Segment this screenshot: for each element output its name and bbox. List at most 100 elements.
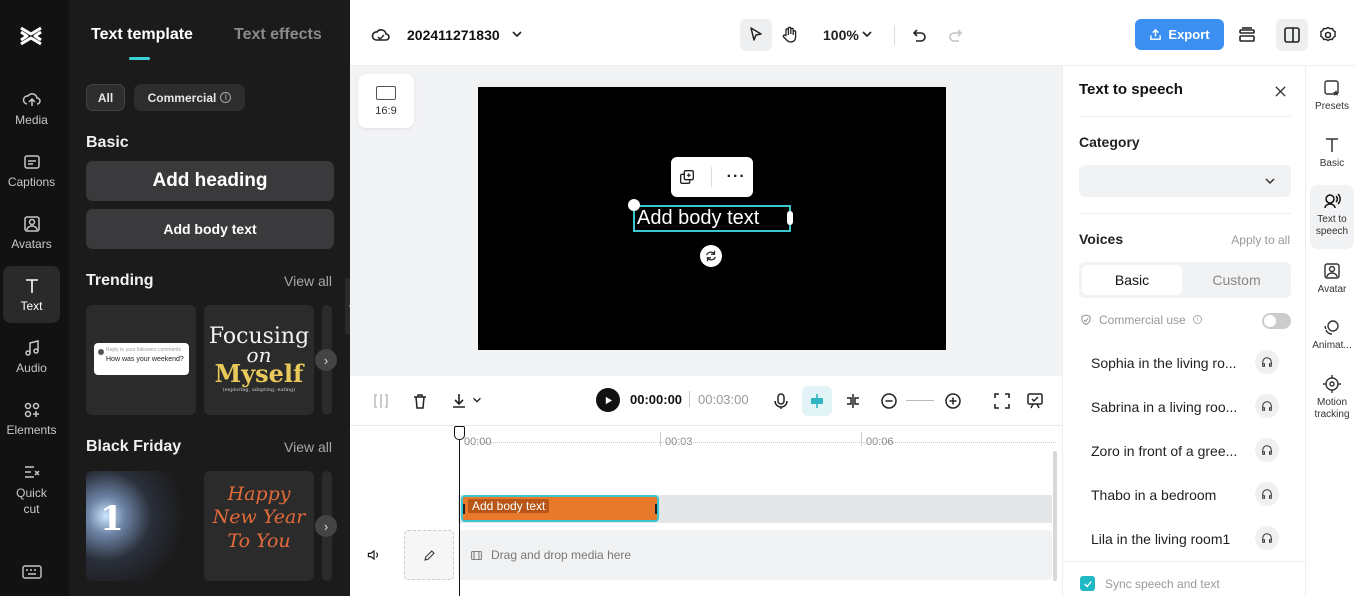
- headphones-icon[interactable]: [1255, 438, 1279, 462]
- rail-label: Text: [20, 299, 43, 313]
- zoom-in-icon[interactable]: [942, 390, 964, 412]
- hand-icon: [782, 26, 797, 43]
- feedback-icon[interactable]: [1024, 390, 1046, 412]
- keyboard-icon[interactable]: [22, 564, 42, 580]
- tab-basic[interactable]: Basic: [1082, 265, 1182, 295]
- music-note-icon: [24, 340, 39, 356]
- auto-snap-button[interactable]: [802, 386, 832, 416]
- rail-item-audio[interactable]: Audio: [3, 338, 60, 382]
- more-options-icon[interactable]: ···: [727, 168, 746, 186]
- commercial-use-toggle[interactable]: [1262, 313, 1291, 329]
- media-drop-zone[interactable]: Drag and drop media here: [458, 530, 1052, 580]
- select-tool-button[interactable]: [740, 19, 772, 51]
- cover-edit-button[interactable]: [404, 530, 454, 580]
- voice-item-sophia[interactable]: Sophia in the living ro...: [1091, 355, 1237, 371]
- export-button[interactable]: Export: [1135, 19, 1224, 50]
- microphone-icon[interactable]: [770, 390, 792, 412]
- rail-item-avatars[interactable]: Avatars: [3, 214, 60, 258]
- tab-custom[interactable]: Custom: [1185, 265, 1288, 295]
- zoom-chevron-down-icon[interactable]: [860, 27, 874, 41]
- clip-trim-handle-right[interactable]: [655, 504, 657, 514]
- download-chevron-icon[interactable]: [471, 394, 483, 406]
- download-icon[interactable]: [448, 390, 470, 412]
- zoom-out-icon[interactable]: [878, 390, 900, 412]
- text-clip[interactable]: Add body text: [461, 495, 659, 522]
- aspect-ratio-button[interactable]: 16:9: [358, 74, 414, 128]
- voice-item-sabrina[interactable]: Sabrina in a living roo...: [1091, 399, 1237, 415]
- black-friday-view-all-link[interactable]: View all: [284, 439, 332, 455]
- filter-commercial[interactable]: Commercial i: [134, 84, 245, 111]
- rail-item-avatar[interactable]: Avatar: [1310, 261, 1354, 296]
- voice-item-thabo[interactable]: Thabo in a bedroom: [1091, 487, 1216, 503]
- play-button[interactable]: [596, 388, 620, 412]
- headphones-icon[interactable]: [1255, 394, 1279, 418]
- category-select[interactable]: [1079, 165, 1291, 197]
- card-line: Myself: [214, 359, 304, 388]
- rail-item-basic[interactable]: Basic: [1310, 135, 1354, 170]
- template-card-glow[interactable]: 1: [86, 471, 196, 581]
- playhead-handle[interactable]: [454, 426, 465, 440]
- ratio-icon: [376, 85, 396, 100]
- capcut-logo-icon[interactable]: [17, 22, 45, 50]
- rail-item-text[interactable]: Text: [3, 266, 60, 323]
- rail-item-motion-tracking[interactable]: Motion tracking: [1310, 374, 1354, 421]
- apply-to-all-link[interactable]: Apply to all: [1231, 233, 1290, 247]
- element-toolbar: ···: [671, 157, 753, 197]
- video-canvas[interactable]: ··· Add body text: [478, 87, 946, 350]
- rail-item-animation[interactable]: Animat...: [1310, 317, 1354, 352]
- rail-label: Motion tracking: [1314, 397, 1350, 420]
- rail-item-presets[interactable]: Presets: [1310, 78, 1354, 113]
- playhead[interactable]: [459, 426, 460, 596]
- side-handle[interactable]: [787, 211, 793, 225]
- tab-text-effects[interactable]: Text effects: [234, 26, 322, 44]
- clip-trim-handle-left[interactable]: [463, 504, 465, 514]
- add-heading-button[interactable]: Add heading: [86, 161, 334, 201]
- template-card-weekend[interactable]: Reply to your followers comments How was…: [86, 305, 196, 415]
- sync-checkbox[interactable]: [1080, 576, 1095, 591]
- zoom-slider[interactable]: [906, 400, 934, 401]
- volume-icon[interactable]: [365, 546, 383, 564]
- redo-icon[interactable]: [946, 24, 968, 46]
- text-element-selection[interactable]: Add body text: [633, 205, 791, 232]
- info-icon[interactable]: i: [1193, 315, 1202, 324]
- headphones-icon[interactable]: [1255, 482, 1279, 506]
- project-name[interactable]: 202411271830: [407, 27, 500, 43]
- carousel-next-icon[interactable]: ›: [315, 515, 337, 537]
- voice-item-lila[interactable]: Lila in the living room1: [1091, 531, 1230, 547]
- rail-item-media[interactable]: Media: [3, 90, 60, 134]
- zoom-level[interactable]: 100%: [823, 27, 859, 43]
- filter-all[interactable]: All: [86, 84, 125, 111]
- rail-item-quick-cut[interactable]: Quick cut: [3, 462, 60, 518]
- carousel-next-icon[interactable]: ›: [315, 349, 337, 371]
- template-card-focusing[interactable]: Focusing on Myself (exploring, adapting,…: [204, 305, 314, 415]
- rail-item-text-to-speech[interactable]: Text to speech: [1310, 185, 1354, 249]
- hand-tool-button[interactable]: [778, 23, 802, 47]
- fullscreen-icon[interactable]: [991, 390, 1013, 412]
- ratio-label: 16:9: [375, 104, 397, 117]
- panel-layout-button[interactable]: [1276, 19, 1308, 51]
- rail-item-elements[interactable]: Elements: [3, 400, 60, 444]
- current-time: 00:00:00: [630, 392, 683, 407]
- trending-view-all-link[interactable]: View all: [284, 273, 332, 289]
- canvas-text-element[interactable]: Add body text: [635, 207, 789, 229]
- close-icon[interactable]: [1271, 82, 1289, 100]
- tab-text-template[interactable]: Text template: [91, 26, 193, 44]
- rotate-handle-icon[interactable]: [700, 245, 722, 267]
- rail-item-captions[interactable]: Captions: [3, 152, 60, 196]
- corner-handle[interactable]: [628, 199, 640, 211]
- headphones-icon[interactable]: [1255, 350, 1279, 374]
- section-trending-title: Trending: [86, 272, 154, 289]
- split-icon[interactable]: [370, 390, 392, 412]
- headphones-icon[interactable]: [1255, 526, 1279, 550]
- add-body-text-button[interactable]: Add body text: [86, 209, 334, 249]
- template-card-new-year[interactable]: Happy New Year To You: [204, 471, 314, 581]
- duplicate-icon[interactable]: [678, 168, 696, 186]
- undo-icon[interactable]: [907, 24, 929, 46]
- chevron-down-icon[interactable]: [510, 27, 524, 41]
- settings-gear-icon[interactable]: [1317, 24, 1339, 46]
- layers-icon[interactable]: [1236, 24, 1258, 46]
- vertical-scrollbar[interactable]: [1053, 451, 1057, 581]
- delete-trash-icon[interactable]: [409, 390, 431, 412]
- split-clip-icon[interactable]: [842, 390, 864, 412]
- voice-item-zoro[interactable]: Zoro in front of a gree...: [1091, 443, 1237, 459]
